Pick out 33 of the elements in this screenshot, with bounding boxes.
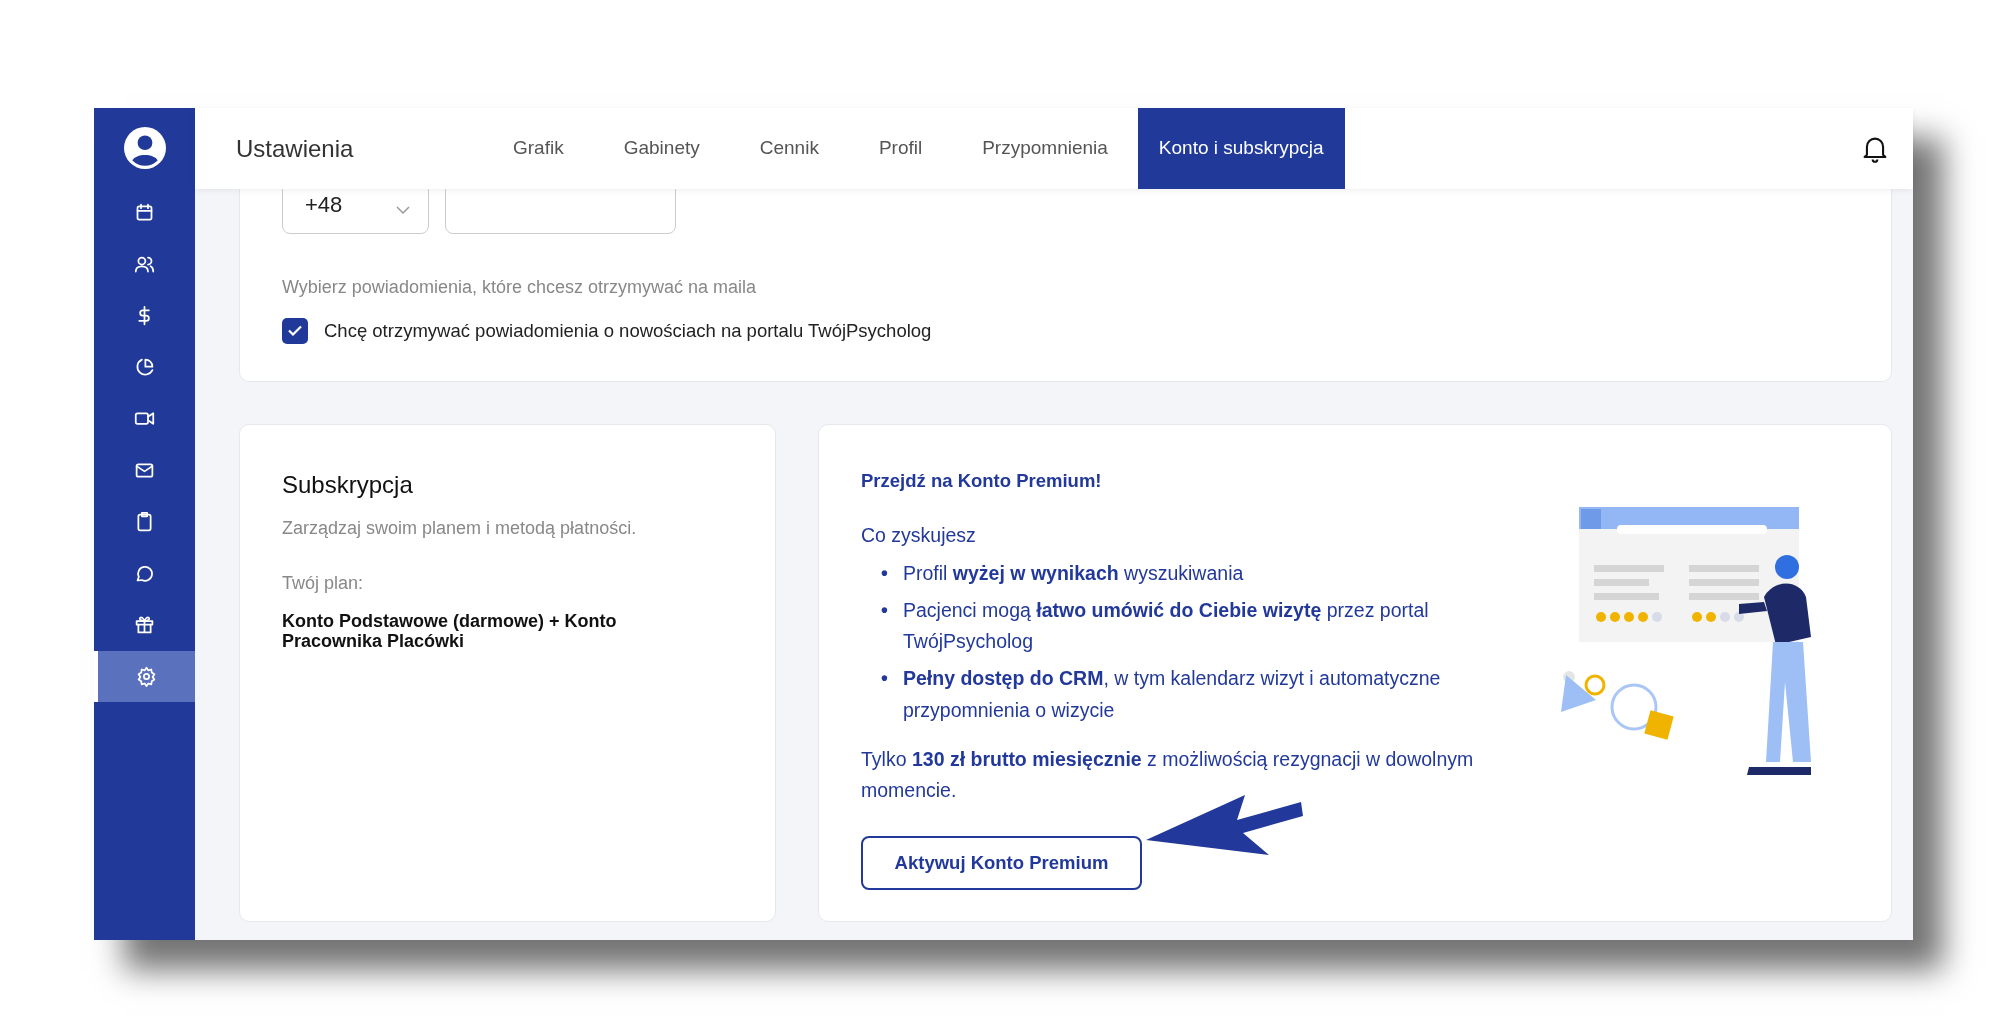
benefit-item: Pacjenci mogą łatwo umówić do Ciebie wizytę przez portal TwójPsycholog [903,597,1430,655]
bullet: • [881,597,889,623]
plan-label: Twój plan: [282,571,365,595]
price-note: Tylko 130 zł brutto miesięcznie z możliwością rezygnacji w dowolnym momencie. [861,746,1475,803]
benefit-item: Pełny dostęp do CRM, w tym kalendarz wizyt i automatyczne przypomnienia o wizycie [903,666,1442,723]
gift-icon [134,614,155,636]
bullet: • [881,560,889,586]
sidebar-item[interactable] [94,650,195,702]
page-title: Ustawienia [236,133,355,164]
section-label: Wybierz powiadomienia, które chcesz otrzymywać na maila [282,276,757,299]
phone-input-field[interactable] [445,189,676,234]
chevron-down-icon [396,206,410,215]
tab[interactable]: Przypomnienia [952,108,1138,189]
tab[interactable]: Grafik [483,108,594,189]
card-subtitle: Zarządzaj swoim planem i metodą płatności. [282,516,638,540]
tab[interactable]: Profil [848,108,953,189]
country-code-select[interactable]: +48 [282,189,429,234]
user-avatar-icon[interactable] [123,126,166,169]
check-icon [288,325,302,337]
bullet: • [881,666,889,692]
tab[interactable]: Cennik [729,108,849,189]
settings-icon [136,665,157,687]
tab[interactable]: Konto i subskrypcja [1137,108,1345,189]
activate-premium-button[interactable]: Aktywuj Konto Premium [861,836,1142,891]
tab[interactable]: Gabinety [593,108,730,189]
plan-name: Konto Podstawowe (darmowe) + Konto Pracownika Placówki [282,610,618,653]
checkbox[interactable] [282,317,308,344]
card-title: Subskrypcja [282,469,414,500]
pie-chart-icon [134,356,155,378]
checkbox-label: Chcę otrzymywać powiadomienia o nowościach na portalu TwójPsycholog [324,319,932,343]
promo-title: Przejdź na Konto Premium! [861,468,1103,493]
benefit-item: Profil wyżej w wynikach wyszukiwania [903,560,1244,586]
benefits-heading: Co zyskujesz [861,522,977,548]
